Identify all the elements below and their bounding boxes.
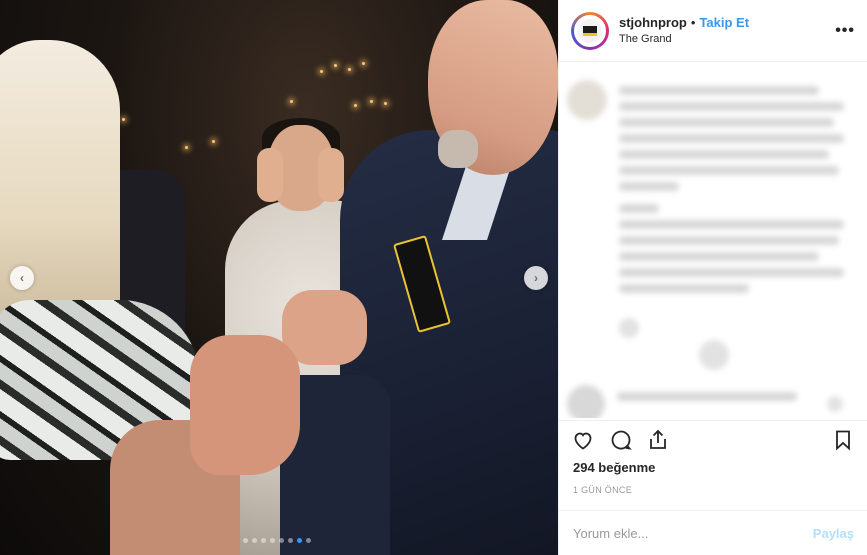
blurred-text — [619, 268, 844, 277]
carousel-dot — [261, 538, 266, 543]
blurred-icon — [567, 385, 605, 418]
blurred-text — [619, 118, 834, 127]
brand-logo — [578, 18, 602, 43]
comment-icon[interactable] — [609, 428, 635, 454]
avatar-image — [574, 14, 606, 47]
carousel-dot — [243, 538, 248, 543]
blurred-text — [619, 102, 844, 111]
carousel-dot — [279, 538, 284, 543]
post-header: stjohnprop • Takip Et The Grand ••• — [559, 0, 867, 62]
location-link[interactable]: The Grand — [619, 31, 749, 47]
post-photo[interactable]: ‹ › — [0, 0, 558, 555]
ceiling-light — [122, 118, 125, 121]
carousel-dot — [270, 538, 275, 543]
follow-button[interactable]: Takip Et — [699, 15, 749, 31]
blurred-icon — [619, 318, 639, 338]
ceiling-light — [320, 70, 323, 73]
header-text: stjohnprop • Takip Et The Grand — [619, 15, 749, 47]
comment-input[interactable] — [573, 525, 813, 541]
ceiling-light — [348, 68, 351, 71]
blurred-text — [619, 182, 679, 191]
blurred-text — [617, 392, 797, 401]
ceiling-light — [362, 62, 365, 65]
comment-bar: Paylaş — [559, 510, 867, 555]
post-side-panel: stjohnprop • Takip Et The Grand ••• 294 … — [558, 0, 867, 555]
likes-count[interactable]: 294 beğenme — [573, 460, 655, 475]
woman-hand-right — [318, 148, 344, 202]
chevron-left-icon[interactable]: ‹ — [10, 266, 34, 290]
post-comment-button[interactable]: Paylaş — [813, 526, 854, 541]
blurred-text — [619, 284, 749, 293]
ceiling-light — [212, 140, 215, 143]
comments-area-blurred — [559, 70, 867, 418]
ceiling-light — [334, 64, 337, 67]
thumb-hand — [190, 335, 300, 475]
gesturing-hand — [282, 290, 367, 365]
ceiling-light — [370, 100, 373, 103]
instagram-post: ‹ › stjohnprop • Takip Et The Grand ••• — [0, 0, 867, 555]
carousel-dots — [243, 538, 311, 543]
carousel-dot-active — [297, 538, 302, 543]
blurred-icon — [827, 396, 843, 412]
chevron-right-icon[interactable]: › — [524, 266, 548, 290]
avatar[interactable] — [571, 11, 609, 50]
commenter-avatar-blurred — [567, 80, 607, 120]
blurred-text — [619, 220, 844, 229]
separator-dot: • — [690, 14, 696, 30]
blurred-text — [619, 236, 839, 245]
ceiling-light — [354, 104, 357, 107]
more-horizontal-icon[interactable]: ••• — [835, 22, 855, 40]
ceiling-light — [384, 102, 387, 105]
carousel-dot — [252, 538, 257, 543]
blurred-icon — [699, 340, 729, 370]
post-timestamp[interactable]: 1 GÜN ÖNCE — [573, 485, 632, 495]
blurred-text — [619, 134, 844, 143]
man-beard — [438, 130, 478, 168]
username-link[interactable]: stjohnprop — [619, 15, 687, 31]
blurred-text — [619, 166, 839, 175]
carousel-dot — [288, 538, 293, 543]
blurred-text — [619, 150, 829, 159]
woman-hand-left — [257, 148, 283, 202]
action-bar — [571, 428, 856, 456]
blurred-text — [619, 252, 819, 261]
share-icon[interactable] — [646, 428, 672, 454]
blonde-hair — [0, 40, 120, 340]
bookmark-icon[interactable] — [831, 428, 857, 454]
carousel-dot — [306, 538, 311, 543]
blurred-text — [619, 204, 659, 213]
divider — [559, 420, 867, 421]
blurred-text — [619, 86, 819, 95]
heart-icon[interactable] — [571, 428, 597, 454]
ceiling-light — [290, 100, 293, 103]
ceiling-light — [185, 146, 188, 149]
